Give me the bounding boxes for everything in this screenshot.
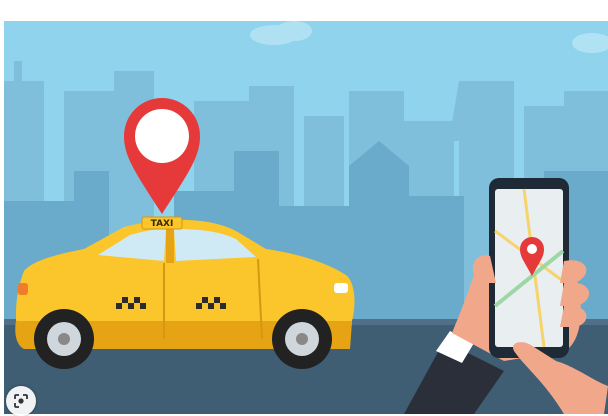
visual-search-icon (14, 394, 28, 408)
image-frame: TAXI (0, 0, 608, 416)
taxi-booking-illustration: TAXI (4, 21, 608, 414)
rear-wheel (34, 309, 94, 369)
visual-search-button[interactable] (6, 386, 36, 416)
taxi-roof-sign: TAXI (151, 219, 174, 229)
front-wheel (272, 309, 332, 369)
